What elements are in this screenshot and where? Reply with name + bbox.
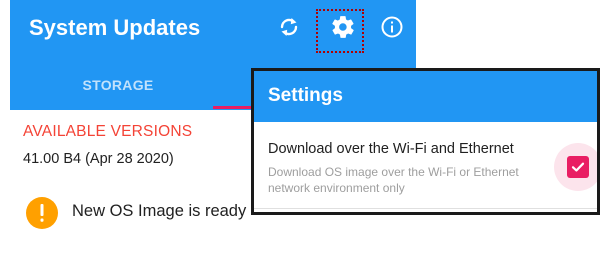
tab-storage[interactable]: STORAGE [58, 60, 178, 110]
os-ready-message: New OS Image is ready [72, 202, 247, 220]
dialog-header: Settings [254, 71, 597, 122]
checkmark-icon [571, 162, 585, 172]
sync-button[interactable] [274, 12, 304, 42]
sync-icon [280, 18, 298, 36]
app-bar: System Updates [10, 0, 416, 60]
info-icon [381, 16, 403, 38]
dialog-title: Settings [268, 85, 343, 106]
settings-button[interactable] [328, 12, 358, 42]
dialog-divider [254, 208, 597, 209]
wifi-ethernet-checkbox[interactable] [567, 156, 589, 178]
warning-icon [26, 197, 58, 229]
settings-dialog: Settings Download over the Wi-Fi and Eth… [251, 68, 600, 215]
app-title: System Updates [29, 15, 201, 40]
wifi-ethernet-option-title[interactable]: Download over the Wi-Fi and Ethernet [268, 141, 514, 157]
gear-icon [332, 16, 354, 38]
info-button[interactable] [377, 12, 407, 42]
available-versions-heading: AVAILABLE VERSIONS [23, 123, 193, 140]
wifi-ethernet-option-description: Download OS image over the Wi-Fi or Ethe… [268, 165, 519, 195]
version-item[interactable]: 41.00 B4 (Apr 28 2020) [23, 151, 174, 167]
